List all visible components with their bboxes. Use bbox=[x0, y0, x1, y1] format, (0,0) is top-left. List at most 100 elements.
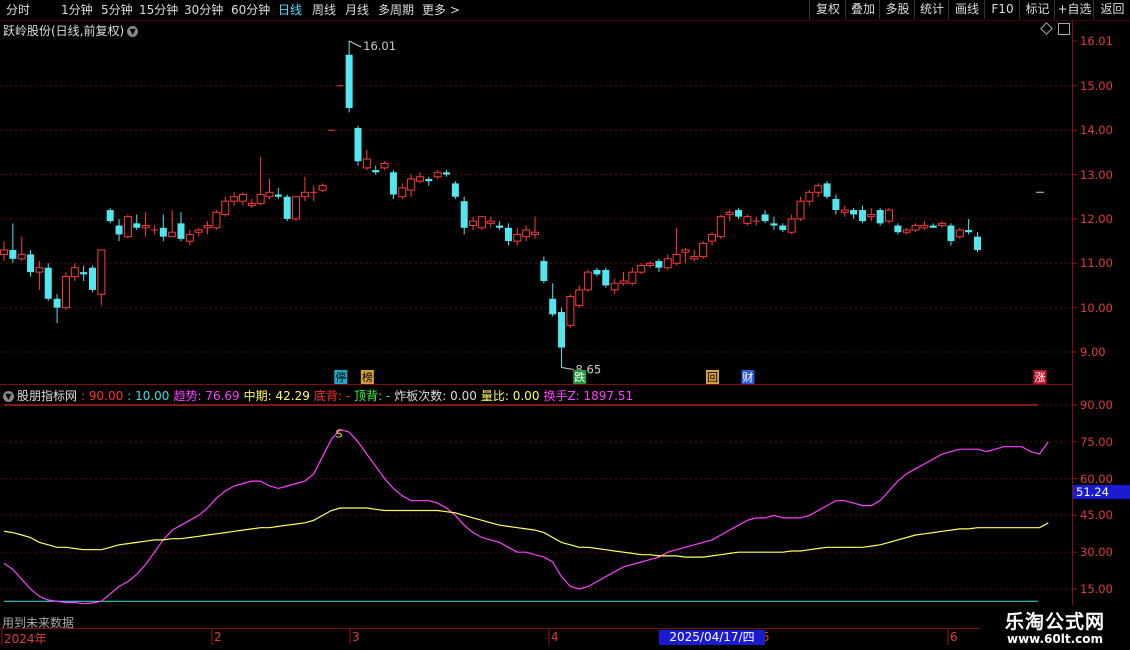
indicator-tick-label: 15.00 bbox=[1080, 582, 1113, 596]
candle-body bbox=[770, 223, 778, 226]
candle-body bbox=[885, 209, 893, 222]
candle-body bbox=[354, 127, 362, 162]
candle-body bbox=[9, 249, 17, 259]
candle-body bbox=[929, 225, 937, 228]
candle-body bbox=[415, 176, 424, 182]
candle-body bbox=[947, 225, 955, 242]
candle-body bbox=[531, 231, 539, 235]
indicator-tick-label: 30.00 bbox=[1080, 545, 1113, 560]
candle-body bbox=[372, 170, 380, 173]
indicator-value-2: 趋势: 76.69 bbox=[173, 389, 240, 403]
indicator-value-7: 量比: 0.00 bbox=[480, 389, 540, 403]
candle-body bbox=[283, 196, 291, 219]
indicator-header: ▼ 股朋指标网: 90.00: 10.00 趋势: 76.69 中期: 42.29 底背… bbox=[3, 387, 637, 404]
candle-body bbox=[398, 187, 407, 198]
indicator-tick-label: 75.00 bbox=[1080, 434, 1113, 449]
price-tick-label: 10.00 bbox=[1080, 300, 1113, 315]
indicator-name: 股朋指标网 bbox=[17, 389, 78, 403]
candle-body bbox=[955, 229, 964, 238]
x-tick-label: 2 bbox=[214, 630, 222, 644]
indicator-value-5: 顶背: - bbox=[354, 389, 391, 403]
candle-body bbox=[920, 225, 929, 229]
candles-group bbox=[0, 41, 981, 368]
candle-body bbox=[389, 172, 397, 195]
candle-body bbox=[300, 191, 309, 198]
indicator-series-0 bbox=[3, 428, 1049, 605]
candle-body bbox=[840, 209, 849, 213]
candle-body bbox=[80, 272, 88, 275]
candle-body bbox=[89, 267, 96, 290]
candle-body bbox=[433, 171, 442, 178]
candle-body bbox=[61, 276, 70, 309]
candle-body bbox=[53, 298, 61, 308]
price-tick-label: 13.00 bbox=[1080, 167, 1113, 182]
candle-body bbox=[0, 249, 8, 255]
candle-body bbox=[460, 201, 468, 228]
candle-body bbox=[779, 225, 787, 230]
candle-body bbox=[212, 211, 221, 229]
candle-body bbox=[584, 271, 593, 291]
candle-body bbox=[823, 183, 831, 197]
event-marker: 榜 bbox=[360, 370, 374, 384]
chevron-down-icon[interactable]: ▼ bbox=[3, 391, 14, 402]
candle-body bbox=[867, 213, 876, 218]
candle-body bbox=[238, 194, 247, 202]
candle-body bbox=[451, 183, 459, 197]
candle-body bbox=[637, 264, 646, 273]
candle-body bbox=[743, 216, 752, 224]
candle-body bbox=[407, 178, 416, 191]
high-pointer bbox=[348, 40, 362, 48]
candle-body bbox=[814, 185, 823, 193]
candle-body bbox=[486, 220, 495, 224]
event-marker-label: 回 bbox=[707, 371, 718, 384]
candle-body bbox=[832, 198, 840, 211]
price-tick-label: 11.00 bbox=[1080, 256, 1113, 271]
indicator-value-0: : 90.00 bbox=[81, 389, 124, 403]
candle-body bbox=[194, 229, 203, 233]
event-marker: 涨 bbox=[1033, 370, 1047, 384]
candle-body bbox=[602, 269, 610, 286]
stock-chart[interactable]: 16.018.65停榜跌回财涨S bbox=[0, 0, 1130, 650]
event-marker-label: 榜 bbox=[362, 370, 373, 384]
candle-body bbox=[230, 196, 239, 202]
indicator-tick-label: 90.00 bbox=[1080, 398, 1113, 412]
candle-body bbox=[513, 233, 522, 242]
candle-body bbox=[761, 214, 769, 222]
candle-body bbox=[106, 210, 114, 222]
candle-body bbox=[469, 220, 478, 227]
candle-body bbox=[911, 225, 920, 231]
watermark-title: 乐淘公式网 bbox=[1004, 611, 1105, 633]
candle-body bbox=[540, 261, 548, 282]
indicator-current-value: 51.24 bbox=[1073, 485, 1130, 499]
indicator-tick-label: 45.00 bbox=[1080, 508, 1113, 523]
event-marker-label: 财 bbox=[742, 370, 753, 384]
event-marker: 停 bbox=[334, 370, 348, 384]
candle-body bbox=[17, 253, 26, 260]
candle-body bbox=[610, 282, 619, 291]
candle-body bbox=[690, 256, 699, 260]
candle-body bbox=[504, 227, 512, 242]
high-label: 16.01 bbox=[363, 39, 396, 53]
candle-body bbox=[575, 289, 584, 306]
indicator-value-8: 换手Z: 1897.51 bbox=[543, 389, 634, 403]
candle-body bbox=[787, 218, 796, 233]
candle-body bbox=[655, 261, 663, 268]
event-marker: 跌 bbox=[573, 370, 587, 384]
candle-body bbox=[496, 225, 504, 228]
candle-body bbox=[805, 191, 814, 202]
price-tick-label: 14.00 bbox=[1080, 123, 1113, 138]
candle-body bbox=[443, 172, 450, 175]
candle-body bbox=[796, 200, 805, 220]
candle-body bbox=[177, 223, 185, 239]
candle-body bbox=[362, 158, 371, 169]
candle-body bbox=[628, 271, 637, 284]
price-tick-label: 12.00 bbox=[1080, 211, 1113, 226]
event-marker-label: 跌 bbox=[574, 370, 585, 384]
x-tick-label: 6 bbox=[950, 630, 958, 644]
indicator-value-4: 底背: - bbox=[313, 389, 351, 403]
candle-body bbox=[123, 216, 132, 238]
candle-body bbox=[566, 296, 575, 326]
price-tick-label: 16.01 bbox=[1080, 34, 1113, 48]
candle-body bbox=[876, 210, 884, 224]
price-tick-label: 15.00 bbox=[1080, 78, 1113, 93]
